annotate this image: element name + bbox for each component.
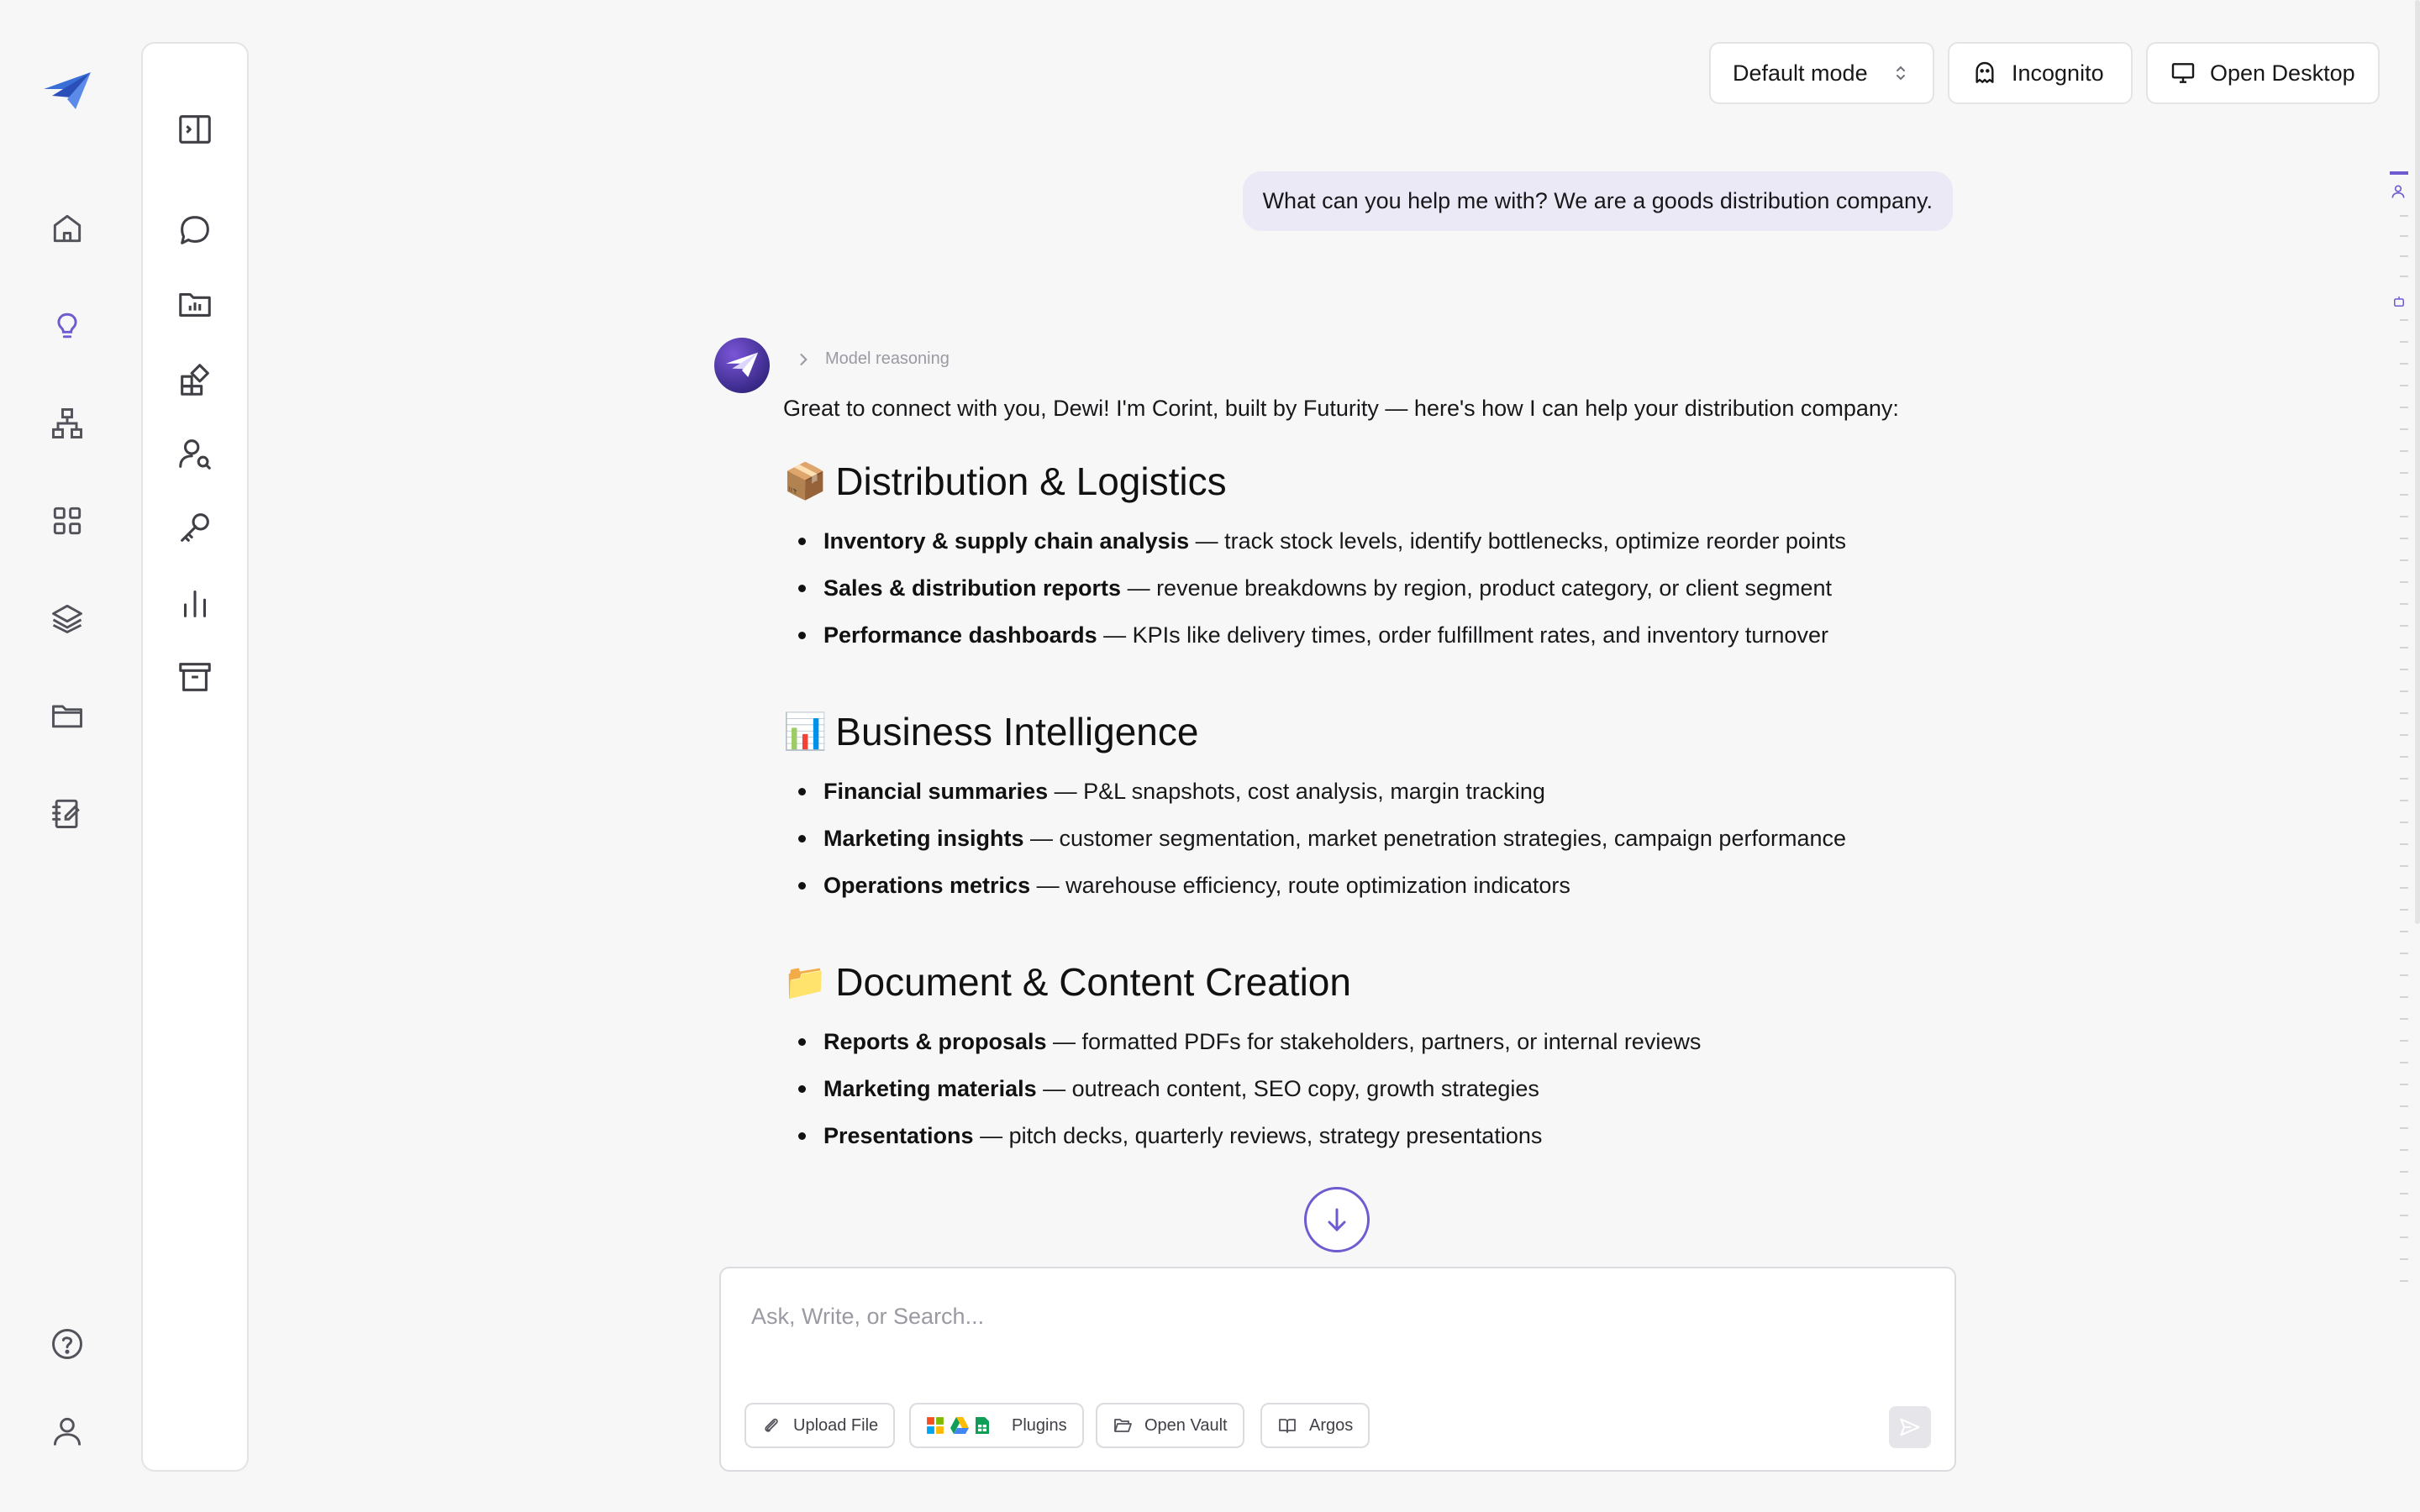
item-text: — revenue breakdowns by region, product …: [1121, 575, 1833, 601]
list-item: Financial summaries — P&L snapshots, cos…: [798, 774, 1960, 808]
sidebar-toggle-icon[interactable]: [170, 104, 220, 155]
list-item: Presentations — pitch decks, quarterly r…: [798, 1119, 1960, 1152]
bar-chart-icon[interactable]: [170, 578, 220, 628]
item-bold: Presentations: [823, 1123, 974, 1148]
user-message: What can you help me with? We are a good…: [1242, 171, 1953, 231]
item-bold: Marketing materials: [823, 1076, 1037, 1101]
scrollbar-thumb[interactable]: [2415, 0, 2420, 924]
plugins-button[interactable]: Plugins: [909, 1403, 1084, 1448]
send-icon: [1900, 1418, 1920, 1436]
notebook-icon[interactable]: [44, 790, 91, 837]
folder-emoji-icon: 📁: [783, 962, 828, 1001]
layers-icon[interactable]: [44, 595, 91, 642]
section-heading: 📦 Distribution & Logistics: [783, 457, 1960, 506]
argos-button[interactable]: Argos: [1260, 1403, 1370, 1448]
org-chart-icon[interactable]: [44, 400, 91, 447]
item-bold: Financial summaries: [823, 779, 1049, 804]
grid-icon[interactable]: [44, 497, 91, 544]
list-item: Sales & distribution reports — revenue b…: [798, 571, 1960, 605]
folder-open-icon: [1114, 1419, 1132, 1432]
section-heading: 📊 Business Intelligence: [783, 707, 1960, 756]
list-item: Reports & proposals — formatted PDFs for…: [798, 1025, 1960, 1058]
widgets-icon[interactable]: [170, 354, 220, 405]
item-text: — formatted PDFs for stakeholders, partn…: [1046, 1029, 1702, 1054]
list-item: Marketing insights — customer segmentati…: [798, 822, 1960, 855]
open-desktop-button[interactable]: Open Desktop: [2146, 42, 2380, 104]
chat-composer: Upload File Plugins Open Vault Argos: [719, 1267, 1956, 1472]
section-title: Document & Content Creation: [835, 960, 1351, 1004]
conversation-minimap[interactable]: [2383, 165, 2408, 1290]
open-vault-button[interactable]: Open Vault: [1096, 1403, 1244, 1448]
scroll-to-bottom-button[interactable]: [1304, 1187, 1370, 1252]
item-bold: Operations metrics: [823, 873, 1031, 898]
list-item: Inventory & supply chain analysis — trac…: [798, 524, 1960, 558]
left-rail: [0, 0, 134, 1512]
assistant-answer: Great to connect with you, Dewi! I'm Cor…: [783, 391, 1960, 1208]
chart-emoji-icon: 📊: [783, 711, 828, 751]
minimap-marker-active[interactable]: [2390, 171, 2408, 175]
item-bold: Marketing insights: [823, 826, 1024, 851]
bot-marker-icon: [2394, 297, 2404, 307]
folder-chart-icon[interactable]: [170, 279, 220, 329]
user-icon[interactable]: [44, 1408, 91, 1455]
chevron-right-icon: [800, 353, 808, 365]
item-text: — P&L snapshots, cost analysis, margin t…: [1048, 779, 1545, 804]
home-icon[interactable]: [44, 205, 91, 252]
section-list: Reports & proposals — formatted PDFs for…: [798, 1025, 1960, 1152]
ghost-icon: [1975, 61, 1994, 83]
book-open-icon: [1279, 1419, 1296, 1433]
item-text: — pitch decks, quarterly reviews, strate…: [973, 1123, 1543, 1148]
user-marker-icon: [2391, 185, 2405, 198]
open-desktop-label: Open Desktop: [2210, 60, 2355, 86]
upload-file-button[interactable]: Upload File: [744, 1403, 896, 1448]
item-bold: Performance dashboards: [823, 622, 1097, 648]
open-vault-label: Open Vault: [1144, 1415, 1228, 1435]
item-text: — warehouse efficiency, route optimizati…: [1030, 873, 1570, 898]
chevron-updown-icon: [1897, 66, 1905, 81]
help-icon[interactable]: [44, 1320, 91, 1368]
arrow-down-icon: [1328, 1208, 1346, 1232]
plugins-label: Plugins: [1012, 1415, 1067, 1435]
item-text: — customer segmentation, market penetrat…: [1023, 826, 1847, 851]
argos-label: Argos: [1309, 1415, 1354, 1435]
item-bold: Reports & proposals: [823, 1029, 1047, 1054]
item-text: — track stock levels, identify bottlenec…: [1189, 528, 1846, 554]
paperclip-icon: [765, 1418, 778, 1432]
package-emoji-icon: 📦: [783, 461, 828, 501]
model-reasoning-toggle[interactable]: Model reasoning: [795, 349, 950, 369]
incognito-button[interactable]: Incognito: [1948, 42, 2133, 104]
section-heading: 📁 Document & Content Creation: [783, 958, 1960, 1006]
model-reasoning-label: Model reasoning: [825, 349, 950, 368]
send-button[interactable]: [1889, 1406, 1931, 1448]
incognito-label: Incognito: [2012, 60, 2104, 86]
lightbulb-icon[interactable]: [44, 302, 91, 349]
plugins-logos-icon: [926, 1416, 990, 1435]
section-title: Business Intelligence: [835, 710, 1199, 753]
archive-icon[interactable]: [170, 652, 220, 702]
list-item: Performance dashboards — KPIs like deliv…: [798, 618, 1960, 652]
assistant-avatar: [714, 338, 770, 393]
answer-intro: Great to connect with you, Dewi! I'm Cor…: [783, 396, 1899, 421]
key-icon[interactable]: [170, 502, 220, 553]
chat-input[interactable]: [751, 1295, 1911, 1337]
item-text: — KPIs like delivery times, order fulfil…: [1097, 622, 1828, 648]
user-search-icon[interactable]: [170, 428, 220, 479]
app-logo[interactable]: [42, 71, 92, 113]
secondary-sidebar: [141, 42, 249, 1472]
monitor-icon: [2171, 63, 2195, 83]
list-item: Marketing materials — outreach content, …: [798, 1072, 1960, 1105]
item-bold: Inventory & supply chain analysis: [823, 528, 1190, 554]
folder-icon[interactable]: [44, 692, 91, 739]
item-bold: Sales & distribution reports: [823, 575, 1122, 601]
upload-file-label: Upload File: [793, 1415, 879, 1435]
mode-label: Default mode: [1733, 60, 1868, 86]
section-list: Financial summaries — P&L snapshots, cos…: [798, 774, 1960, 902]
item-text: — outreach content, SEO copy, growth str…: [1036, 1076, 1539, 1101]
section-list: Inventory & supply chain analysis — trac…: [798, 524, 1960, 652]
chat-icon[interactable]: [170, 205, 220, 255]
mode-selector[interactable]: Default mode: [1709, 42, 1934, 104]
section-title: Distribution & Logistics: [835, 459, 1227, 503]
list-item: Operations metrics — warehouse efficienc…: [798, 869, 1960, 902]
